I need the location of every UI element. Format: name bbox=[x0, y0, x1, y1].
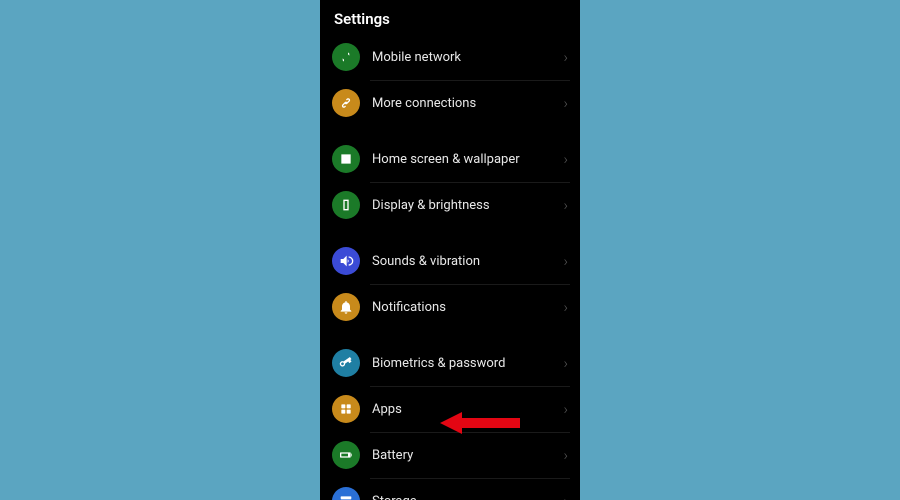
chevron-right-icon: › bbox=[564, 354, 568, 372]
display-icon bbox=[332, 191, 360, 219]
settings-item-mobile-network[interactable]: Mobile network › bbox=[320, 34, 580, 80]
settings-item-notifications[interactable]: Notifications › bbox=[320, 284, 580, 330]
chevron-right-icon: › bbox=[564, 298, 568, 316]
settings-item-label: Mobile network bbox=[372, 50, 564, 65]
link-icon bbox=[332, 89, 360, 117]
chevron-right-icon: › bbox=[564, 150, 568, 168]
settings-item-storage[interactable]: Storage › bbox=[320, 478, 580, 500]
chevron-right-icon: › bbox=[564, 492, 568, 500]
settings-item-battery[interactable]: Battery › bbox=[320, 432, 580, 478]
settings-item-label: Notifications bbox=[372, 300, 564, 315]
apps-icon bbox=[332, 395, 360, 423]
settings-item-biometrics-password[interactable]: Biometrics & password › bbox=[320, 340, 580, 386]
settings-item-label: Home screen & wallpaper bbox=[372, 152, 564, 167]
page-title: Settings bbox=[320, 0, 580, 34]
wallpaper-icon bbox=[332, 145, 360, 173]
settings-item-label: Battery bbox=[372, 448, 564, 463]
settings-item-home-screen-wallpaper[interactable]: Home screen & wallpaper › bbox=[320, 136, 580, 182]
settings-item-apps[interactable]: Apps › bbox=[320, 386, 580, 432]
settings-item-more-connections[interactable]: More connections › bbox=[320, 80, 580, 126]
settings-group-connections: Mobile network › More connections › bbox=[320, 34, 580, 126]
settings-item-display-brightness[interactable]: Display & brightness › bbox=[320, 182, 580, 228]
settings-item-label: Storage bbox=[372, 494, 564, 500]
bell-icon bbox=[332, 293, 360, 321]
settings-item-label: Sounds & vibration bbox=[372, 254, 564, 269]
chevron-right-icon: › bbox=[564, 446, 568, 464]
settings-group-system: Biometrics & password › Apps › Battery ›… bbox=[320, 340, 580, 500]
settings-item-label: More connections bbox=[372, 96, 564, 111]
key-icon bbox=[332, 349, 360, 377]
settings-screen: Settings Mobile network › More connectio… bbox=[320, 0, 580, 500]
chevron-right-icon: › bbox=[564, 252, 568, 270]
mobile-network-icon bbox=[332, 43, 360, 71]
chevron-right-icon: › bbox=[564, 400, 568, 418]
settings-item-label: Biometrics & password bbox=[372, 356, 564, 371]
sound-icon bbox=[332, 247, 360, 275]
settings-group-display: Home screen & wallpaper › Display & brig… bbox=[320, 136, 580, 228]
storage-icon bbox=[332, 487, 360, 500]
chevron-right-icon: › bbox=[564, 196, 568, 214]
settings-item-label: Apps bbox=[372, 402, 564, 417]
chevron-right-icon: › bbox=[564, 94, 568, 112]
settings-item-label: Display & brightness bbox=[372, 198, 564, 213]
battery-icon bbox=[332, 441, 360, 469]
settings-group-notifications: Sounds & vibration › Notifications › bbox=[320, 238, 580, 330]
chevron-right-icon: › bbox=[564, 48, 568, 66]
settings-item-sounds-vibration[interactable]: Sounds & vibration › bbox=[320, 238, 580, 284]
